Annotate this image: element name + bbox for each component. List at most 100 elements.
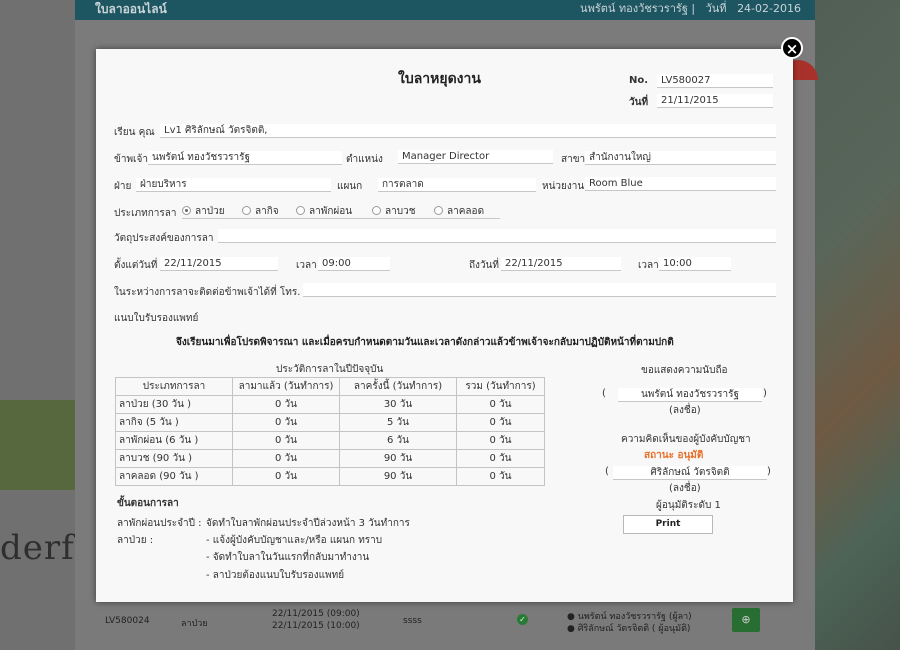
procedure-vacation-label: ลาพักผ่อนประจำปี : [117,518,202,529]
history-cell: 5 วัน [339,413,457,432]
approval-status: สถานะ อนุมัติ [644,450,704,461]
statement-text: จึงเรียนมาเพื่อโปรดพิจารณา และเมื่อครบกำ… [176,337,674,348]
background-right-image [815,0,900,650]
doc-date-field: 21/11/2015 [657,94,773,108]
leave-type-group: ลาป่วย ลากิจ ลาพักผ่อน ลาบวช ลาคลอด [182,204,500,219]
to-time-field: 10:00 [659,257,731,271]
branch-field: สำนักงานใหญ่ [585,151,776,165]
procedure-sick-item: - แจ้งผู้บังคับบัญชาและ/หรือ แผนก ทราบ [206,535,383,546]
history-cell: 90 วัน [339,449,457,468]
history-cell: 0 วัน [456,449,545,468]
print-button[interactable]: Print [623,515,713,534]
contact-label: ในระหว่างการลาจะติดต่อข้าพเจ้าได้ที่ โทร… [114,287,301,298]
close-icon[interactable]: × [781,37,803,59]
row-doc-no: LV580024 [105,616,150,626]
zoom-icon: ⊕ [741,613,751,626]
radio-maternity[interactable]: ลาคลอด [434,204,484,219]
purpose-label: วัตถุประสงค์ของการลา [114,233,214,244]
table-row: ลาคลอด (90 วัน ) 0 วัน 90 วัน 0 วัน [115,467,545,486]
radio-ordination-icon [372,206,381,215]
history-header: ลามาแล้ว (วันทำการ) [232,377,340,396]
approver-signature: ศิริลักษณ์ วัตรจิตติ [613,466,767,480]
doc-date-label: วันที่ [629,97,649,108]
radio-maternity-label: ลาคลอด [447,206,485,217]
to-time-label: เวลา [638,260,659,271]
procedure-title: ขั้นตอนการลา [117,498,179,509]
history-cell: 0 วัน [456,395,545,414]
open-paren: ( [602,388,606,399]
history-leave-type: ลากิจ (5 วัน ) [115,413,233,432]
radio-personal-label: ลากิจ [255,206,279,217]
radio-sick[interactable]: ลาป่วย [182,204,225,219]
dept-label: แผนก [337,181,363,192]
from-time-field: 09:00 [318,257,390,271]
view-detail-button[interactable]: ⊕ [732,608,760,632]
leave-history-table: ประเภทการลา ลามาแล้ว (วันทำการ) ลาครั้งน… [115,377,545,486]
close-paren: ) [763,388,767,399]
doc-no-label: No. [629,75,649,86]
leave-form-modal: ใบลาหยุดงาน No. LV580027 วันที่ 21/11/20… [96,49,793,602]
header-user-info: นพรัตน์ ทองวัชรวรารัฐ | วันที่ 24-02-201… [580,0,801,18]
form-title: ใบลาหยุดงาน [398,71,481,87]
approver-sign-label: (ลงชื่อ) [669,483,701,494]
medcert-label: แนบใบรับรองแพทย์ [114,313,199,324]
table-row[interactable]: LV580024 ลาป่วย 22/11/2015 (09:00) 22/11… [75,602,815,650]
radio-personal[interactable]: ลากิจ [242,204,279,219]
division-label: ฝ่าย [114,181,132,192]
history-cell: 0 วัน [232,413,340,432]
name-field: นพรัตน์ ทองวัชรวรารัฐ [148,151,342,165]
row-date-end: 22/11/2015 (10:00) [272,621,360,631]
procedure-sick-item: - ลาป่วยต้องแนบใบรับรองแพทย์ [206,570,345,581]
approver-level: ผู้อนุมัติระดับ 1 [656,500,721,511]
procedure-vacation-text: จัดทำใบลาพักผ่อนประจำปีล่วงหน้า 3 วันทำก… [206,518,410,529]
row-type: ลาป่วย [181,619,208,629]
check-icon: ✓ [517,614,528,625]
history-leave-type: ลาบวช (90 วัน ) [115,449,233,468]
purpose-field[interactable] [218,229,776,243]
radio-maternity-icon [434,206,443,215]
from-date-label: ตั้งแต่วันที่ [114,260,158,271]
table-row: ลาพักผ่อน (6 วัน ) 0 วัน 6 วัน 0 วัน [115,431,545,450]
history-cell: 0 วัน [232,431,340,450]
doc-no-field: LV580027 [657,74,773,88]
table-row: ลาป่วย (30 วัน ) 0 วัน 30 วัน 0 วัน [115,395,545,414]
to-field: Lv1 ศิริลักษณ์ วัตรจิตติ, [160,124,776,138]
row-approver-2-text: ศิริลักษณ์ วัตรจิตติ ( ผู้อนุมัติ) [577,624,691,634]
leave-type-label: ประเภทการลา [114,208,177,219]
radio-vacation-label: ลาพักผ่อน [309,206,353,217]
to-date-label: ถึงวันที่ [469,260,499,271]
radio-vacation[interactable]: ลาพักผ่อน [296,204,352,219]
branch-label: สาขา [561,154,586,165]
division-field: ฝ่ายบริหาร [136,178,331,192]
history-caption: ประวัติการลาในปีปัจจุบัน [276,364,384,375]
radio-ordination[interactable]: ลาบวช [372,204,416,219]
unit-label: หน่วยงาน [542,181,585,192]
close-paren: ) [767,466,771,477]
history-leave-type: ลาป่วย (30 วัน ) [115,395,233,414]
history-header: ประเภทการลา [115,377,233,396]
to-date-field: 22/11/2015 [501,257,621,271]
history-cell: 6 วัน [339,431,457,450]
contact-field[interactable] [303,283,776,297]
table-row: ลากิจ (5 วัน ) 0 วัน 5 วัน 0 วัน [115,413,545,432]
header-date-label: วันที่ [705,2,727,15]
row-reason: ssss [403,616,422,626]
background-image-strip [0,400,75,490]
radio-vacation-icon [296,206,305,215]
radio-sick-label: ลาป่วย [195,206,225,217]
app-title: ใบลาออนไลน์ [95,2,167,16]
background-left-panel: derfu [0,0,97,650]
to-label: เรียน คุณ [114,127,155,138]
unit-field: Room Blue [585,177,776,191]
history-cell: 90 วัน [339,467,457,486]
radio-personal-icon [242,206,251,215]
history-cell: 0 วัน [232,449,340,468]
procedure-sick-label: ลาป่วย : [117,535,154,546]
respect-label: ขอแสดงความนับถือ [641,365,728,376]
history-cell: 30 วัน [339,395,457,414]
history-cell: 0 วัน [456,413,545,432]
history-header: ลาครั้งนี้ (วันทำการ) [339,377,457,396]
radio-sick-icon [182,206,191,215]
header-date: 24-02-2016 [737,2,801,15]
dept-field: การตลาด [378,178,536,192]
